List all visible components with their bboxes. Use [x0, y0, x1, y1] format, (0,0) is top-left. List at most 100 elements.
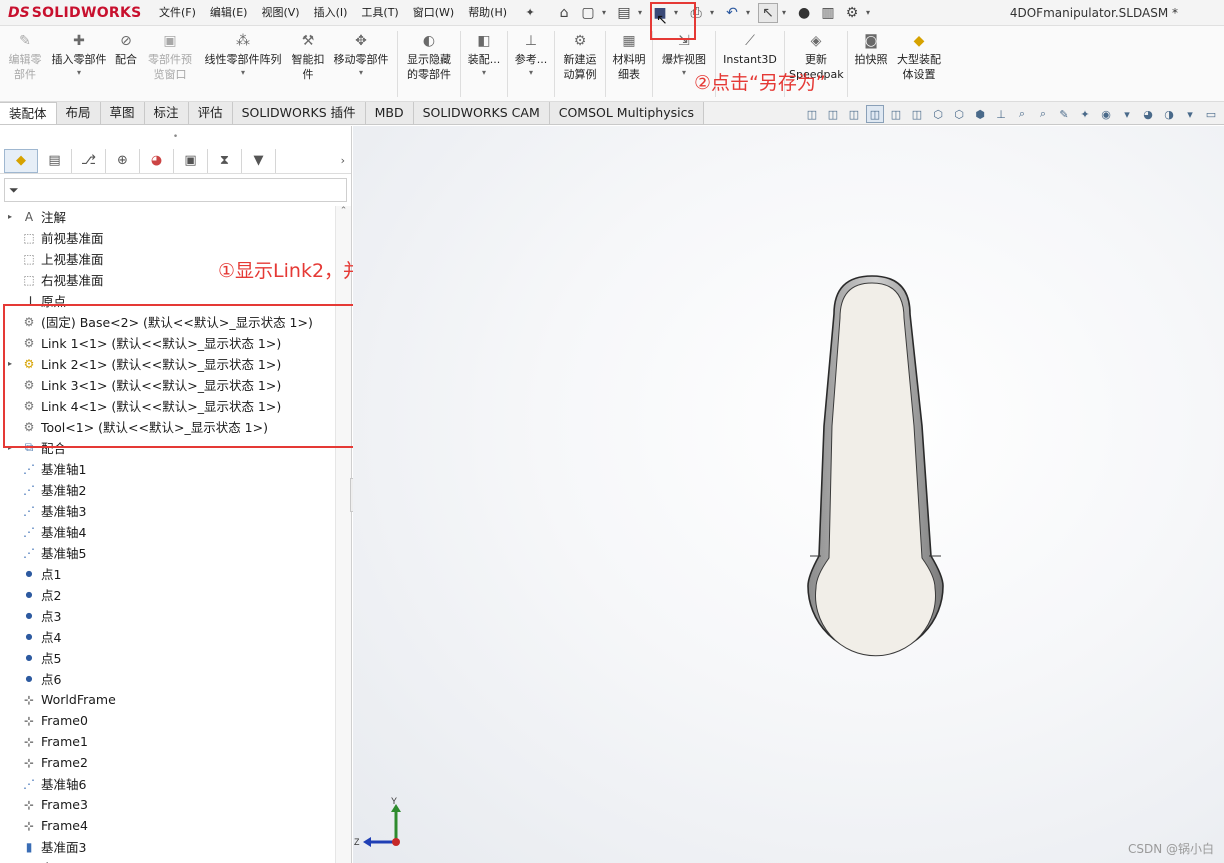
open-icon[interactable]: ▤ — [614, 3, 634, 23]
linear-pattern-dropdown-icon[interactable]: ▾ — [241, 68, 245, 77]
linear-pattern-button[interactable]: ⁂ 线性零部件阵列 ▾ — [198, 26, 288, 102]
apply-scene-icon[interactable]: ◑ — [1160, 105, 1178, 123]
tree-item[interactable]: ● 点2 — [0, 584, 336, 605]
options-icon[interactable]: ⚙ — [842, 3, 862, 23]
component-preview-button[interactable]: ▣ 零部件预览窗口 — [142, 26, 198, 102]
view-dimetric-icon[interactable]: ⬢ — [971, 105, 989, 123]
reference-dropdown-icon[interactable]: ▾ — [529, 68, 533, 77]
cam-feature-icon[interactable]: ▣ — [174, 148, 208, 173]
tree-item[interactable]: ● 点5 — [0, 647, 336, 668]
menu-file[interactable]: 文件(F) — [152, 0, 203, 26]
restore-window-icon[interactable]: ▭ — [1202, 105, 1220, 123]
move-component-dropdown-icon[interactable]: ▾ — [359, 68, 363, 77]
tree-item[interactable]: ⊹ Frame3 — [0, 794, 336, 815]
reference-geometry-button[interactable]: ⊥ 参考... ▾ — [511, 26, 551, 102]
home-icon[interactable]: ⌂ — [554, 3, 574, 23]
tab-markup[interactable]: 标注 — [144, 102, 189, 124]
zoom-to-fit-icon[interactable]: ⌕ — [1013, 105, 1031, 123]
move-component-button[interactable]: ✥ 移动零部件 ▾ — [328, 26, 394, 102]
menu-edit[interactable]: 编辑(E) — [203, 0, 255, 26]
view-back-icon[interactable]: ◫ — [824, 105, 842, 123]
cam-tool-icon[interactable]: ▼ — [242, 148, 276, 173]
tree-item[interactable]: ⊹ Frame0 — [0, 710, 336, 731]
view-settings-icon[interactable]: ▾ — [1181, 105, 1199, 123]
print-dropdown-icon[interactable]: ▾ — [710, 8, 718, 17]
tab-solidworks-cam[interactable]: SOLIDWORKS CAM — [413, 102, 550, 124]
graphics-area[interactable]: Y Z — [353, 126, 1224, 863]
tree-item[interactable]: ⋰ 基准轴2 — [0, 479, 336, 500]
hide-show-items-icon[interactable]: ▾ — [1118, 105, 1136, 123]
insert-component-button[interactable]: ✚ 插入零部件 ▾ — [48, 26, 110, 102]
tab-solidworks-addins[interactable]: SOLIDWORKS 插件 — [232, 102, 366, 124]
undo-dropdown-icon[interactable]: ▾ — [746, 8, 754, 17]
tree-item[interactable]: ⊹ Frame1 — [0, 731, 336, 752]
property-manager-icon[interactable]: ▤ — [38, 148, 72, 173]
tab-evaluate[interactable]: 评估 — [188, 102, 233, 124]
link2-part-model[interactable] — [353, 126, 1224, 863]
mate-button[interactable]: ⊘ 配合 — [110, 26, 142, 102]
normal-to-icon[interactable]: ⊥ — [992, 105, 1010, 123]
tree-filter-field[interactable]: ⏷ — [4, 178, 347, 202]
tab-mbd[interactable]: MBD — [365, 102, 414, 124]
view-bottom-icon[interactable]: ◫ — [908, 105, 926, 123]
tree-item[interactable]: ⋰ 基准轴6 — [0, 773, 336, 794]
tree-item[interactable]: ⋰ 基准轴3 — [0, 500, 336, 521]
chevron-right-icon[interactable]: › — [341, 154, 345, 167]
select-icon[interactable]: ↖ — [758, 2, 779, 23]
view-front-icon[interactable]: ◫ — [803, 105, 821, 123]
expand-arrow-icon[interactable]: ▸ — [4, 212, 16, 221]
open-dropdown-icon[interactable]: ▾ — [638, 8, 646, 17]
tab-assembly[interactable]: 装配体 — [0, 102, 57, 124]
menu-help[interactable]: 帮助(H) — [461, 0, 514, 26]
options-dropdown-icon[interactable]: ▾ — [866, 8, 874, 17]
section-view-icon[interactable]: ✎ — [1055, 105, 1073, 123]
new-dropdown-icon[interactable]: ▾ — [602, 8, 610, 17]
tree-item[interactable]: ● 点4 — [0, 626, 336, 647]
tree-item[interactable]: ⋰ 基准轴5 — [0, 542, 336, 563]
menu-view[interactable]: 视图(V) — [254, 0, 306, 26]
feature-manager-icon[interactable]: ◆ — [4, 148, 38, 173]
filter-icon[interactable]: ⏷ — [9, 183, 19, 198]
new-document-icon[interactable]: ▢ — [578, 3, 598, 23]
tree-item[interactable]: ⊹ WorldFrame — [0, 689, 336, 710]
solidworks-logo[interactable]: DS SOLIDWORKS — [0, 0, 141, 26]
tree-item[interactable]: ⬚ 前视基准面 — [0, 227, 336, 248]
menu-window[interactable]: 窗口(W) — [406, 0, 461, 26]
undo-icon[interactable]: ↶ — [722, 3, 742, 23]
tree-item[interactable]: ▮ 基准面3 — [0, 836, 336, 857]
edit-appearance-icon[interactable]: ◕ — [1139, 105, 1157, 123]
tree-item[interactable]: ⊹ Frame2 — [0, 752, 336, 773]
tree-item[interactable]: ⊹ Frame4 — [0, 815, 336, 836]
select-dropdown-icon[interactable]: ▾ — [782, 8, 790, 17]
file-properties-icon[interactable]: ▥ — [818, 3, 838, 23]
tab-layout[interactable]: 布局 — [56, 102, 101, 124]
smart-fasteners-button[interactable]: ⚒ 智能扣件 — [288, 26, 328, 102]
view-orientation-icon[interactable]: ✦ — [1076, 105, 1094, 123]
tree-item[interactable]: ●点8 — [0, 857, 336, 863]
tree-item[interactable]: ● 点3 — [0, 605, 336, 626]
tree-item[interactable]: ● 点6 — [0, 668, 336, 689]
edit-component-button[interactable]: ✎ 编辑零部件 — [2, 26, 48, 102]
traffic-light-icon[interactable]: ● — [794, 3, 814, 23]
dimxpert-icon[interactable]: ⊕ — [106, 148, 140, 173]
configuration-manager-icon[interactable]: ⎇ — [72, 148, 106, 173]
tab-comsol-multiphysics[interactable]: COMSOL Multiphysics — [549, 102, 704, 124]
large-assembly-settings-button[interactable]: ◆ 大型装配体设置 — [891, 26, 947, 102]
view-top-icon[interactable]: ◫ — [866, 105, 884, 123]
assembly-features-dropdown-icon[interactable]: ▾ — [482, 68, 486, 77]
pin-menu-icon[interactable]: ✦ — [522, 6, 538, 19]
assembly-features-button[interactable]: ◧ 装配... ▾ — [464, 26, 504, 102]
view-right-icon[interactable]: ◫ — [887, 105, 905, 123]
tree-item[interactable]: ● 点1 — [0, 563, 336, 584]
tab-sketch[interactable]: 草图 — [100, 102, 145, 124]
insert-component-dropdown-icon[interactable]: ▾ — [77, 68, 81, 77]
tree-item[interactable]: ▸ A 注解 — [0, 206, 336, 227]
menu-tools[interactable]: 工具(T) — [354, 0, 405, 26]
panel-grip[interactable]: • — [0, 126, 351, 148]
bill-of-materials-button[interactable]: ▦ 材料明细表 — [609, 26, 649, 102]
view-isometric-icon[interactable]: ⬡ — [929, 105, 947, 123]
zoom-to-area-icon[interactable]: ⌕ — [1034, 105, 1052, 123]
scroll-up-icon[interactable]: ⌃ — [336, 206, 351, 222]
view-left-icon[interactable]: ◫ — [845, 105, 863, 123]
menu-insert[interactable]: 插入(I) — [307, 0, 355, 26]
